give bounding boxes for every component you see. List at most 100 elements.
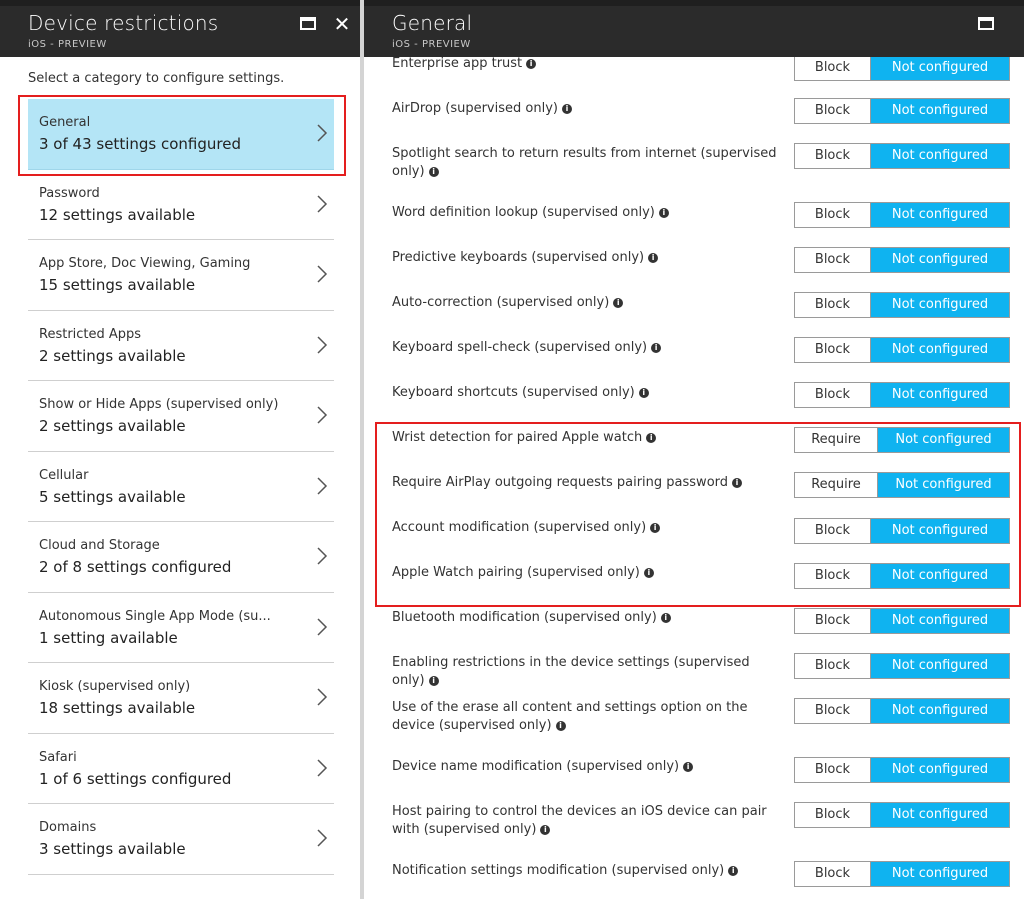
info-icon[interactable]: i: [526, 59, 537, 69]
block-option[interactable]: Block: [795, 144, 871, 168]
setting-toggle: Block Not configured: [794, 757, 1010, 783]
category-status: 2 settings available: [39, 346, 186, 365]
setting-toggle: Block Not configured: [794, 55, 1010, 81]
info-icon[interactable]: i: [555, 721, 566, 731]
setting-label: Device name modification (supervised onl…: [392, 758, 786, 776]
not-configured-option[interactable]: Not configured: [871, 758, 1009, 782]
info-icon[interactable]: i: [651, 343, 662, 353]
info-icon[interactable]: i: [428, 167, 439, 177]
maximize-button[interactable]: [976, 14, 996, 34]
info-icon[interactable]: i: [660, 613, 671, 623]
not-configured-option[interactable]: Not configured: [871, 99, 1009, 123]
chevron-right-icon: [317, 476, 328, 495]
not-configured-option[interactable]: Not configured: [871, 519, 1009, 543]
block-option[interactable]: Block: [795, 56, 871, 80]
setting-label-text: Keyboard shortcuts (supervised only): [392, 385, 635, 400]
not-configured-option[interactable]: Not configured: [871, 609, 1009, 633]
setting-toggle: Block Not configured: [794, 202, 1010, 228]
category-title: Autonomous Single App Mode (su...: [39, 608, 271, 624]
setting-label-text: Bluetooth modification (supervised only): [392, 610, 657, 625]
intro-text: Select a category to configure settings.: [28, 71, 285, 86]
require-option[interactable]: Require: [795, 428, 878, 452]
info-icon[interactable]: i: [658, 208, 669, 218]
category-status: 15 settings available: [39, 276, 196, 294]
category-item[interactable]: Cellular 5 settings available: [28, 452, 334, 522]
blade-header: Device restrictions iOS - PREVIEW ✕: [0, 0, 360, 57]
block-option[interactable]: Block: [795, 248, 871, 272]
block-option[interactable]: Block: [795, 293, 871, 317]
category-item[interactable]: Safari 1 of 6 settings configured: [28, 734, 334, 804]
close-button[interactable]: ✕: [332, 14, 352, 34]
setting-toggle: Block Not configured: [794, 98, 1010, 124]
category-item[interactable]: Autonomous Single App Mode (su... 1 setti…: [28, 593, 334, 663]
not-configured-option[interactable]: Not configured: [878, 428, 1009, 452]
chevron-right-icon: [317, 688, 328, 706]
general-blade: Enterprise app trust i Block Not configured…: [364, 0, 1024, 899]
category-status: 18 settings available: [39, 699, 196, 717]
not-configured-option[interactable]: Not configured: [871, 338, 1009, 362]
block-option[interactable]: Block: [795, 654, 871, 678]
info-icon[interactable]: i: [646, 433, 657, 443]
blade-title: Device restrictions: [28, 11, 219, 35]
not-configured-option[interactable]: Not configured: [871, 862, 1009, 886]
chevron-right-icon: [317, 124, 328, 142]
block-option[interactable]: Block: [795, 609, 871, 633]
not-configured-option[interactable]: Not configured: [878, 473, 1009, 497]
info-icon[interactable]: i: [648, 253, 659, 263]
block-option[interactable]: Block: [795, 699, 871, 723]
info-icon[interactable]: i: [732, 478, 743, 488]
not-configured-option[interactable]: Not configured: [871, 56, 1009, 80]
category-item[interactable]: Restricted Apps 2 settings available: [28, 311, 334, 381]
block-option[interactable]: Block: [795, 803, 871, 827]
chevron-right-icon: [317, 335, 328, 354]
block-option[interactable]: Block: [795, 99, 871, 123]
close-icon: ✕: [333, 12, 351, 36]
category-item[interactable]: General 3 of 43 settings configured: [28, 99, 334, 170]
setting-toggle: Block Not configured: [794, 247, 1010, 273]
info-icon[interactable]: i: [561, 104, 572, 114]
setting-label: Auto-correction (supervised only) i: [392, 294, 786, 312]
blade-subtitle: iOS - PREVIEW: [392, 39, 471, 50]
category-item[interactable]: Domains 3 settings available: [28, 804, 334, 875]
not-configured-option[interactable]: Not configured: [871, 144, 1009, 168]
setting-toggle: Block Not configured: [794, 653, 1010, 679]
not-configured-option[interactable]: Not configured: [871, 248, 1009, 272]
category-item[interactable]: Show or Hide Apps (supervised only) 2 set…: [28, 381, 334, 452]
info-icon[interactable]: i: [643, 568, 654, 578]
block-option[interactable]: Block: [795, 203, 871, 227]
block-option[interactable]: Block: [795, 862, 871, 886]
setting-label-text: Notification settings modification (supe…: [392, 863, 725, 878]
chevron-right-icon: [317, 617, 328, 636]
info-icon[interactable]: i: [638, 388, 649, 398]
info-icon[interactable]: i: [613, 298, 624, 308]
block-option[interactable]: Block: [795, 338, 871, 362]
category-status: 5 settings available: [39, 487, 186, 506]
category-item[interactable]: App Store, Doc Viewing, Gaming 15 setting…: [28, 240, 334, 311]
not-configured-option[interactable]: Not configured: [871, 564, 1009, 588]
not-configured-option[interactable]: Not configured: [871, 293, 1009, 317]
not-configured-option[interactable]: Not configured: [871, 383, 1009, 407]
not-configured-option[interactable]: Not configured: [871, 803, 1009, 827]
category-title: Password: [39, 185, 100, 201]
setting-label: Wrist detection for paired Apple watch i: [392, 429, 786, 447]
require-option[interactable]: Require: [795, 473, 878, 497]
setting-label-text: AirDrop (supervised only): [392, 101, 558, 116]
setting-toggle: Block Not configured: [794, 292, 1010, 318]
category-item[interactable]: Cloud and Storage 2 of 8 settings configu…: [28, 522, 334, 593]
block-option[interactable]: Block: [795, 519, 871, 543]
block-option[interactable]: Block: [795, 564, 871, 588]
info-icon[interactable]: i: [650, 523, 661, 533]
category-item[interactable]: Password 12 settings available: [28, 170, 334, 240]
info-icon[interactable]: i: [683, 762, 694, 772]
not-configured-option[interactable]: Not configured: [871, 699, 1009, 723]
info-icon[interactable]: i: [540, 825, 551, 835]
maximize-button[interactable]: [298, 14, 318, 34]
setting-label: Keyboard shortcuts (supervised only) i: [392, 384, 786, 402]
not-configured-option[interactable]: Not configured: [871, 654, 1009, 678]
category-item[interactable]: Kiosk (supervised only) 18 settings avail…: [28, 663, 334, 734]
block-option[interactable]: Block: [795, 383, 871, 407]
not-configured-option[interactable]: Not configured: [871, 203, 1009, 227]
block-option[interactable]: Block: [795, 758, 871, 782]
info-icon[interactable]: i: [728, 866, 739, 876]
info-icon[interactable]: i: [428, 676, 439, 686]
